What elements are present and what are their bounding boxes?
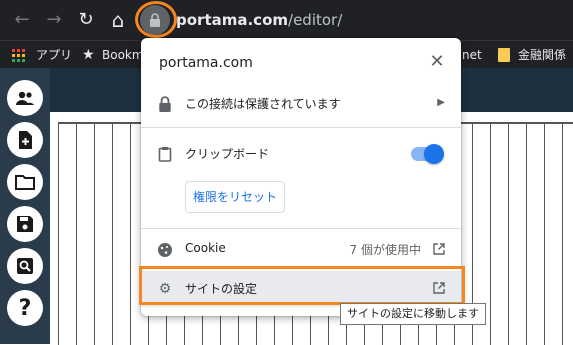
external-link-icon xyxy=(433,243,445,255)
highlight-ring xyxy=(135,1,177,38)
highlight-box xyxy=(139,266,465,305)
star-icon: ★ xyxy=(82,47,95,63)
search-icon[interactable] xyxy=(7,248,43,284)
cookie-row[interactable]: Cookie 7 個が使用中 xyxy=(141,232,461,268)
url-path: /editor/ xyxy=(288,11,343,29)
clipboard-row: クリップボード xyxy=(141,136,461,172)
clipboard-icon xyxy=(158,147,172,162)
home-icon[interactable]: ⌂ xyxy=(106,8,130,32)
lock-icon xyxy=(159,96,171,112)
editor-left-rail: ? xyxy=(0,68,50,344)
toggle-knob xyxy=(424,144,444,164)
users-icon[interactable] xyxy=(7,80,43,116)
popup-site-title: portama.com xyxy=(159,55,253,71)
clipboard-toggle[interactable] xyxy=(411,144,444,164)
divider xyxy=(141,228,461,229)
chevron-right-icon: ▶ xyxy=(437,97,445,108)
site-settings-tooltip: サイトの設定に移動します xyxy=(340,303,486,325)
forward-icon[interactable]: → xyxy=(42,8,66,32)
address-bar[interactable]: portama.com/editor/ xyxy=(176,4,342,36)
cookie-status: 7 個が使用中 xyxy=(349,243,421,257)
new-file-icon[interactable] xyxy=(7,122,43,158)
cookie-label: Cookie xyxy=(185,241,226,255)
close-icon[interactable]: ✕ xyxy=(427,52,447,72)
reset-permissions-button[interactable]: 権限をリセット xyxy=(185,181,285,213)
back-icon[interactable]: ← xyxy=(10,8,34,32)
apps-grid-icon[interactable] xyxy=(12,49,26,63)
bookmark-item[interactable]: Bookm xyxy=(102,46,144,64)
folder-open-icon[interactable] xyxy=(7,164,43,200)
bookmark-apps[interactable]: アプリ xyxy=(36,46,72,64)
folder-icon xyxy=(498,48,510,62)
connection-label: この接続は保護されています xyxy=(185,97,341,111)
bookmark-folder[interactable]: 金融関係 xyxy=(518,46,566,64)
cookie-icon xyxy=(158,243,172,257)
url-host: portama.com xyxy=(176,11,289,29)
connection-row[interactable]: この接続は保護されています ▶ xyxy=(141,86,461,122)
help-icon[interactable]: ? xyxy=(7,290,43,326)
save-icon[interactable] xyxy=(7,206,43,242)
browser-toolbar: ← → ↻ ⌂ portama.com/editor/ xyxy=(0,0,573,40)
clipboard-label: クリップボード xyxy=(185,147,270,161)
divider xyxy=(141,127,461,128)
bookmark-item[interactable]: net xyxy=(462,46,482,64)
reload-icon[interactable]: ↻ xyxy=(74,8,98,32)
